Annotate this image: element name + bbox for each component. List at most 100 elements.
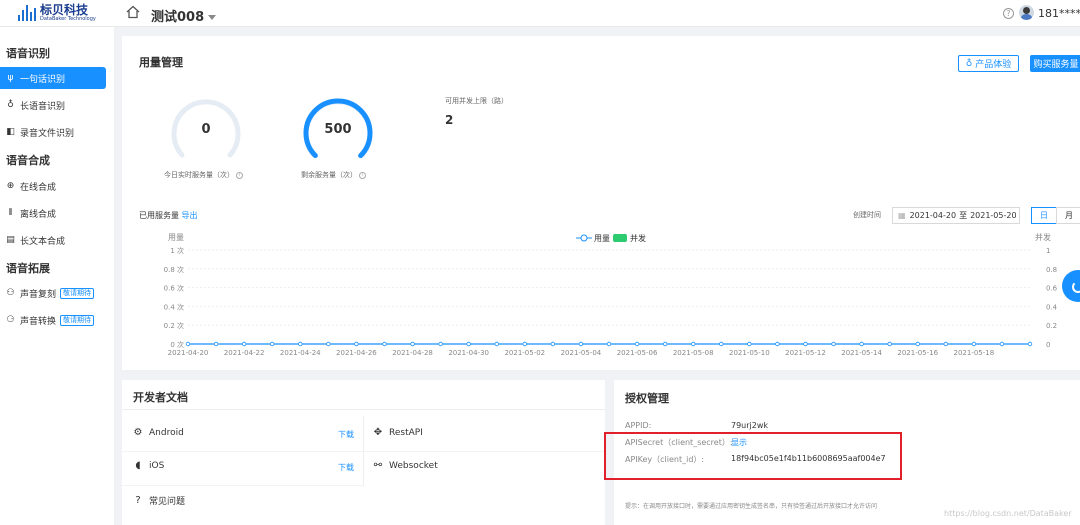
tab-month[interactable]: 月: [1056, 207, 1080, 224]
sidebar-item-long-asr[interactable]: ♁ 长语音识别: [0, 94, 106, 116]
home-icon[interactable]: [126, 5, 140, 19]
sidebar-item-file-asr[interactable]: ◧ 录音文件识别: [0, 121, 106, 143]
x-tick-label: 2021-05-18: [954, 349, 995, 357]
doc-websocket[interactable]: ⚯ Websocket: [373, 460, 438, 472]
sidebar-item-long-text-tts[interactable]: ▤ 长文本合成: [0, 229, 106, 251]
usage-data-point: [775, 341, 780, 347]
product-trial-button[interactable]: ♁ 产品体验: [958, 55, 1019, 72]
usage-data-point: [466, 341, 471, 347]
usage-data-point: [522, 341, 527, 347]
sidebar-item-voice-clone[interactable]: ⚇ 声音复刻 敬请期待: [0, 282, 106, 304]
usage-data-point: [1027, 341, 1033, 347]
socket-icon: ⚯: [373, 460, 383, 471]
user-name[interactable]: 181****792: [1038, 7, 1080, 20]
question-icon: ?: [135, 494, 141, 506]
used-service-label: 已用服务量 导出: [139, 211, 198, 220]
usage-data-point: [550, 341, 556, 347]
info-icon: i: [236, 171, 243, 179]
download-android-link[interactable]: 下载: [338, 429, 354, 440]
auth-tip: 提示：在调用开放接口时，需要通过应用密钥生成签名串，只有验签通过后开放接口才允许…: [625, 503, 878, 510]
usage-data-point: [410, 341, 415, 347]
android-icon: ⚙: [133, 427, 143, 438]
voice-clone-icon: ⚇: [6, 287, 15, 298]
date-range-picker[interactable]: ▦ 2021-04-20 至 2021-05-20: [892, 207, 1020, 224]
legend-usage-marker: [580, 234, 588, 242]
x-tick-label: 2021-05-04: [561, 349, 602, 357]
usage-data-point: [213, 341, 219, 347]
coming-soon-badge: 敬请期待: [60, 314, 95, 326]
y-tick-label-right: 0.6: [1046, 285, 1058, 293]
usage-data-point: [831, 341, 836, 347]
chevron-down-icon: [208, 15, 217, 20]
project-name: 测试008: [151, 10, 205, 25]
usage-data-point: [915, 341, 920, 347]
microphone-icon: ♁: [7, 99, 14, 110]
buy-service-button[interactable]: 购买服务量: [1030, 55, 1080, 72]
appid-value: 79urj2wk: [731, 421, 769, 430]
doc-restapi[interactable]: ✥ RestAPI: [373, 427, 423, 439]
sidebar-item-offline-tts[interactable]: ⦀ 离线合成: [0, 202, 106, 224]
doc-faq[interactable]: ? 常见问题: [133, 494, 185, 507]
microphone-icon: ♁: [965, 58, 973, 69]
usage-data-point: [999, 341, 1005, 347]
x-tick-label: 2021-05-06: [617, 349, 658, 357]
offline-synthesis-icon: ⦀: [8, 207, 13, 218]
export-link[interactable]: 导出: [182, 211, 198, 220]
remaining-label: 剩余服务量（次） i: [301, 170, 366, 180]
logo[interactable]: 标贝科技 DataBaker Technology: [18, 4, 96, 22]
usage-data-point: [859, 341, 864, 347]
coming-soon-badge: 敬请期待: [60, 287, 95, 299]
top-bar: 标贝科技 DataBaker Technology 测试008 ? 181***…: [0, 0, 1080, 27]
x-tick-label: 2021-05-10: [729, 349, 770, 357]
download-ios-link[interactable]: 下载: [338, 462, 354, 473]
usage-data-point: [185, 341, 191, 347]
x-tick-label: 2021-04-20: [168, 349, 209, 357]
usage-data-point: [578, 341, 584, 347]
project-selector[interactable]: 测试008: [151, 6, 217, 25]
y-tick-label-right: 1: [1046, 247, 1050, 255]
api-icon: ✥: [373, 427, 383, 438]
online-synthesis-icon: ⊕: [6, 180, 15, 191]
x-tick-label: 2021-05-02: [504, 349, 545, 357]
usage-data-point: [943, 341, 948, 347]
created-time-label: 创建时间: [853, 211, 881, 219]
calendar-icon: ▦: [898, 211, 906, 220]
docs-title: 开发者文档: [133, 391, 188, 404]
avatar[interactable]: [1019, 5, 1034, 20]
long-text-icon: ▤: [6, 234, 15, 245]
sidebar-group-tts: 语音合成: [6, 154, 50, 167]
y-tick-label-left: 0.8 次: [164, 265, 184, 274]
usage-data-point: [887, 341, 892, 347]
usage-data-point: [438, 341, 443, 347]
y-tick-label-right: 0.2: [1046, 322, 1057, 330]
brand-name: 标贝科技: [40, 3, 89, 17]
x-tick-label: 2021-05-14: [841, 349, 882, 357]
help-icon[interactable]: ?: [1003, 8, 1014, 19]
sidebar-item-sentence-asr[interactable]: ψ 一句话识别: [0, 67, 106, 89]
x-tick-label: 2021-05-12: [785, 349, 826, 357]
auth-title: 授权管理: [625, 392, 669, 405]
brand-sub: DataBaker Technology: [40, 16, 96, 22]
sidebar-group-ext: 语音拓展: [6, 262, 50, 275]
doc-ios[interactable]: ◖ iOS: [133, 461, 164, 472]
x-tick-label: 2021-04-30: [448, 349, 489, 357]
watermark: https://blog.csdn.net/DataBaker: [944, 509, 1072, 518]
usage-data-point: [494, 341, 499, 347]
usage-data-point: [354, 341, 359, 347]
usage-data-point: [747, 341, 752, 347]
info-icon: i: [359, 171, 366, 179]
highlight-box: [604, 432, 902, 480]
x-tick-label: 2021-04-26: [336, 349, 377, 357]
y-tick-label-left: 0 次: [170, 340, 184, 349]
sidebar-item-online-tts[interactable]: ⊕ 在线合成: [0, 175, 106, 197]
doc-android[interactable]: ⚙ Android: [133, 427, 184, 439]
y-tick-label-right: 0.4: [1046, 303, 1058, 311]
usage-chart: 用量 并发 用量 并发 1 次 1 0.8 次 0.8 0.6 次 0.6 0.4 次 0.4 0.2 …: [164, 232, 1058, 357]
x-tick-label: 2021-05-08: [673, 349, 714, 357]
usage-data-point: [241, 341, 247, 347]
y-tick-label-right: 0: [1046, 341, 1050, 349]
x-tick-label: 2021-05-16: [897, 349, 938, 357]
sidebar-item-voice-convert[interactable]: ⚆ 声音转换 敬请期待: [0, 309, 106, 331]
usage-data-point: [634, 341, 640, 347]
tab-day[interactable]: 日: [1031, 207, 1057, 224]
